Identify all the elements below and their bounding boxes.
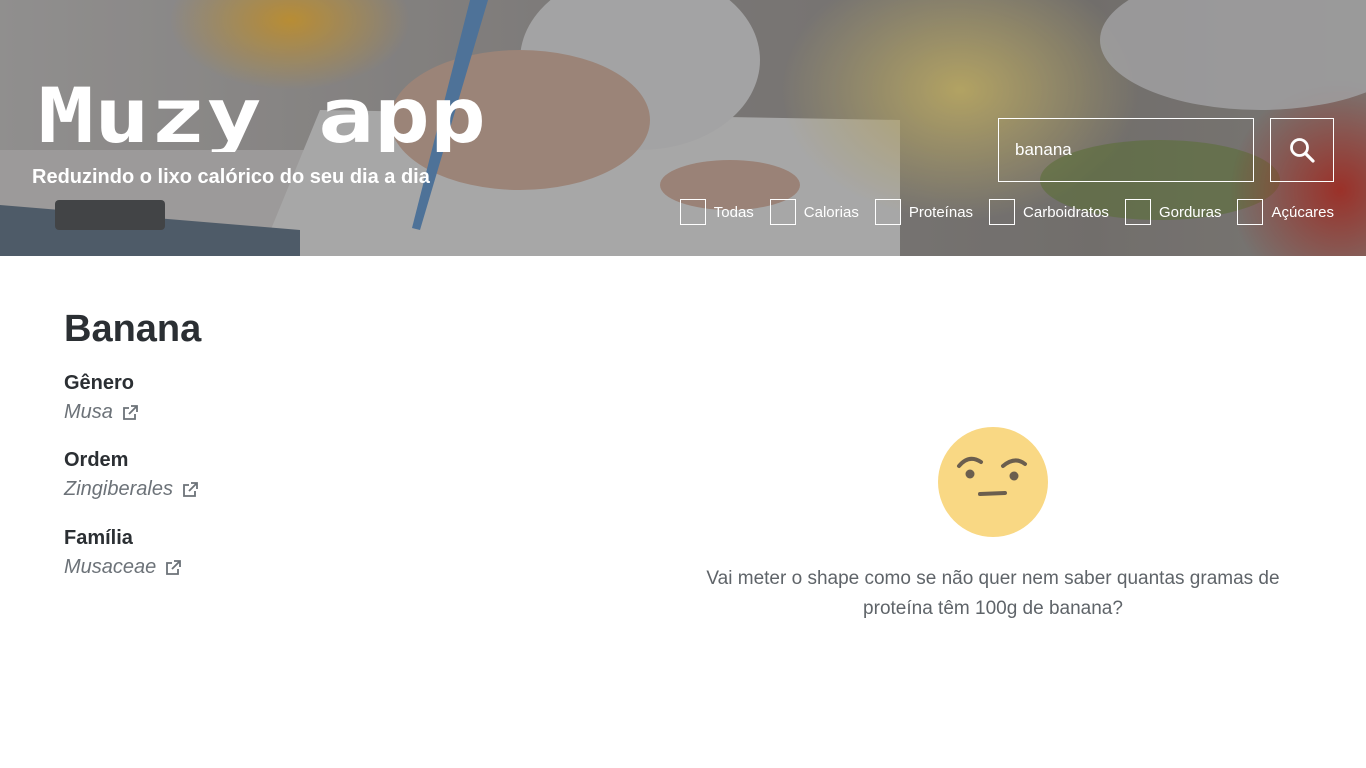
filter-carboidratos[interactable]: Carboidratos bbox=[989, 199, 1109, 225]
filter-label: Carboidratos bbox=[1023, 203, 1109, 221]
nutrient-filters: Todas Calorias Proteínas Carboidratos Go… bbox=[679, 198, 1334, 226]
filter-proteinas[interactable]: Proteínas bbox=[874, 199, 974, 225]
filter-checkbox[interactable] bbox=[989, 199, 1016, 225]
taxonomy-link-genero[interactable]: Musa bbox=[64, 401, 139, 424]
filter-label: Açúcares bbox=[1271, 203, 1334, 221]
filter-acucares[interactable]: Açúcares bbox=[1237, 199, 1334, 225]
taxonomy-value: Zingiberales bbox=[64, 478, 173, 500]
taxonomy-link-ordem[interactable]: Zingiberales bbox=[64, 478, 199, 501]
filter-label: Todas bbox=[713, 203, 754, 221]
filter-label: Proteínas bbox=[908, 203, 974, 221]
hero-header: Muzy app Reduzindo o lixo calórico do se… bbox=[0, 0, 1366, 256]
filter-checkbox[interactable] bbox=[1237, 199, 1264, 225]
filter-label: Gorduras bbox=[1158, 203, 1222, 221]
taxonomy-familia: Família Musaceae bbox=[64, 527, 182, 579]
filter-checkbox[interactable] bbox=[679, 199, 706, 225]
taxonomy-genero: Gênero Musa bbox=[64, 372, 139, 424]
external-link-icon bbox=[123, 404, 138, 420]
taxonomy-value: Musa bbox=[64, 401, 113, 423]
empty-state-message: Vai meter o shape como se não quer nem s… bbox=[706, 568, 1280, 619]
filter-calorias[interactable]: Calorias bbox=[769, 199, 859, 225]
search-input[interactable] bbox=[998, 118, 1254, 182]
taxonomy-value: Musaceae bbox=[64, 556, 157, 578]
filter-checkbox[interactable] bbox=[874, 199, 901, 225]
search-icon bbox=[1290, 138, 1315, 163]
filter-checkbox[interactable] bbox=[1124, 199, 1151, 225]
taxonomy-label: Família bbox=[64, 527, 133, 549]
filter-checkbox[interactable] bbox=[769, 199, 796, 225]
svg-text:Muzy app: Muzy app bbox=[38, 80, 486, 152]
thinking-face-icon bbox=[938, 427, 1048, 537]
taxonomy-link-familia[interactable]: Musaceae bbox=[64, 556, 182, 579]
food-title: Banana bbox=[64, 308, 202, 350]
search-button[interactable] bbox=[1270, 118, 1334, 182]
external-link-icon bbox=[166, 559, 182, 575]
filter-label: Calorias bbox=[803, 203, 859, 221]
app-logo: Muzy app bbox=[38, 80, 486, 152]
external-link-icon bbox=[183, 481, 198, 497]
taxonomy-ordem: Ordem Zingiberales bbox=[64, 449, 199, 501]
tagline: Reduzindo o lixo calórico do seu dia a d… bbox=[32, 166, 430, 188]
filter-todas[interactable]: Todas bbox=[679, 199, 754, 225]
taxonomy-label: Ordem bbox=[64, 449, 129, 471]
filter-gorduras[interactable]: Gorduras bbox=[1124, 199, 1222, 225]
taxonomy-label: Gênero bbox=[64, 372, 135, 394]
